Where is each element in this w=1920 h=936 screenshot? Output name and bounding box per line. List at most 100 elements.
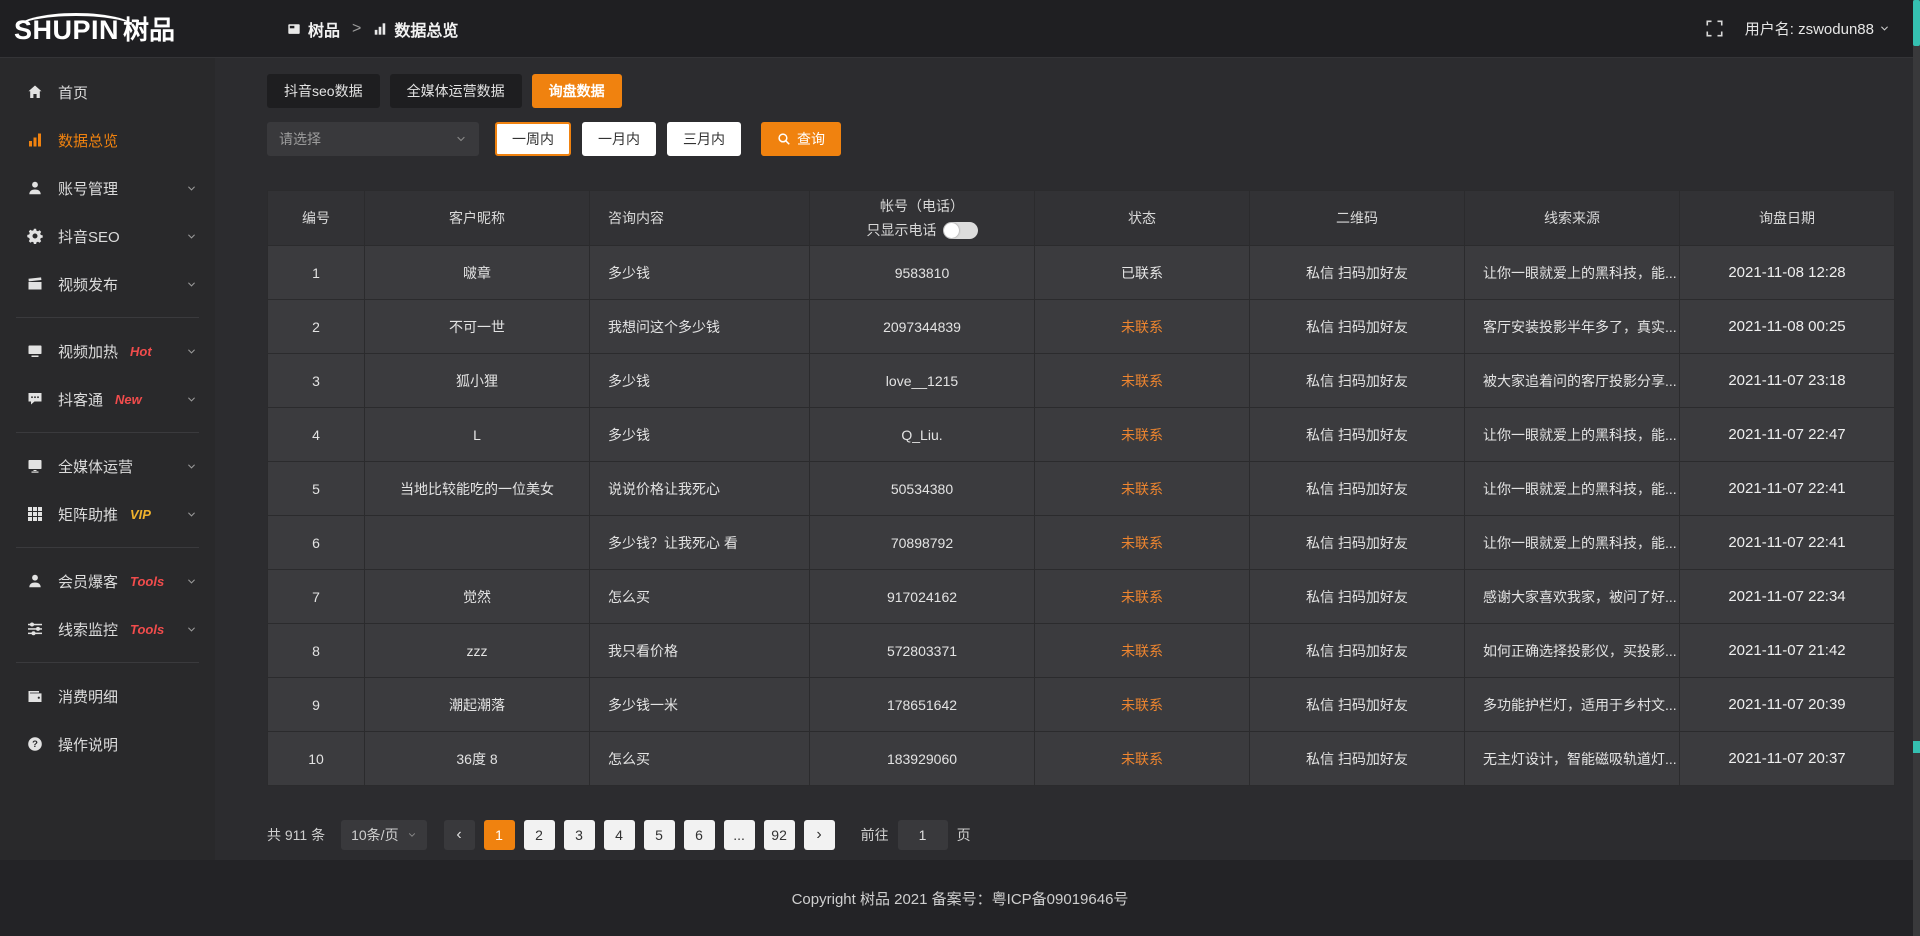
svg-text:?: ? xyxy=(32,739,38,750)
period-button-1[interactable]: 一月内 xyxy=(582,122,656,156)
sidebar-item-home[interactable]: 首页 xyxy=(0,68,215,116)
monitor-icon xyxy=(26,343,44,359)
cell-content: 多少钱 xyxy=(590,354,810,408)
username-label[interactable]: 用户名: zswodun88 xyxy=(1745,18,1874,39)
tab-1[interactable]: 全媒体运营数据 xyxy=(390,74,522,108)
phone-only-toggle[interactable] xyxy=(943,222,978,239)
prev-page-button[interactable]: ‹ xyxy=(444,820,475,850)
cell-qrcode-link[interactable]: 私信 扫码加好友 xyxy=(1250,732,1465,786)
cell-source-link[interactable]: 客厅安装投影半年多了，真实... xyxy=(1465,300,1680,354)
sidebar-item-consume-detail[interactable]: 消费明细 xyxy=(0,672,215,720)
sidebar-item-help[interactable]: ? 操作说明 xyxy=(0,720,215,768)
col-header-num: 编号 xyxy=(268,191,365,246)
sidebar-item-douketong[interactable]: 抖客通New xyxy=(0,375,215,423)
sidebar-item-douyin-seo[interactable]: 抖音SEO xyxy=(0,212,215,260)
chevron-down-icon[interactable] xyxy=(1879,23,1890,34)
cell-nickname: 啵章 xyxy=(365,246,590,300)
fullscreen-icon[interactable] xyxy=(1706,20,1723,37)
filter-select[interactable]: 请选择 xyxy=(267,122,479,156)
page-button-4[interactable]: 4 xyxy=(604,820,635,850)
grid-icon xyxy=(26,506,44,522)
sidebar-item-label: 数据总览 xyxy=(58,130,118,151)
search-icon xyxy=(777,132,791,146)
scrollbar-accent xyxy=(1913,741,1920,753)
col-header-source: 线索来源 xyxy=(1465,191,1680,246)
chevron-down-icon xyxy=(186,231,197,242)
topbar: SHUPIN树品 树品 > 数据总览 用户名: zswodun88 xyxy=(0,0,1920,58)
search-button[interactable]: 查询 xyxy=(761,122,841,156)
cell-date: 2021-11-08 00:25 xyxy=(1680,300,1895,354)
logo[interactable]: SHUPIN树品 xyxy=(0,10,215,47)
cell-status: 未联系 xyxy=(1035,300,1250,354)
publish-icon xyxy=(26,276,44,292)
page-button-6[interactable]: 6 xyxy=(684,820,715,850)
scrollbar[interactable] xyxy=(1913,0,1920,936)
table-row: 7觉然怎么买917024162未联系私信 扫码加好友感谢大家喜欢我家，被问了好.… xyxy=(268,570,1895,624)
sidebar-item-label: 操作说明 xyxy=(58,734,118,755)
page-button-3[interactable]: 3 xyxy=(564,820,595,850)
tab-0[interactable]: 抖音seo数据 xyxy=(267,74,380,108)
sidebar-item-member-baoke[interactable]: 会员爆客Tools xyxy=(0,557,215,605)
table-row: 2不可一世我想问这个多少钱2097344839未联系私信 扫码加好友客厅安装投影… xyxy=(268,300,1895,354)
col-header-nickname: 客户昵称 xyxy=(365,191,590,246)
cell-content: 怎么买 xyxy=(590,732,810,786)
goto-label: 前往 xyxy=(861,825,889,845)
page-button-2[interactable]: 2 xyxy=(524,820,555,850)
cell-qrcode-link[interactable]: 私信 扫码加好友 xyxy=(1250,462,1465,516)
sidebar-item-clue-monitor[interactable]: 线索监控Tools xyxy=(0,605,215,653)
member-icon xyxy=(26,573,44,589)
cell-qrcode-link[interactable]: 私信 扫码加好友 xyxy=(1250,354,1465,408)
breadcrumb-item-home[interactable]: 树品 xyxy=(308,17,340,41)
cell-status: 未联系 xyxy=(1035,354,1250,408)
cell-qrcode-link[interactable]: 私信 扫码加好友 xyxy=(1250,678,1465,732)
chevron-down-icon xyxy=(186,279,197,290)
sidebar-item-badge: New xyxy=(115,392,142,407)
cell-qrcode-link[interactable]: 私信 扫码加好友 xyxy=(1250,624,1465,678)
table-row: 9潮起潮落多少钱一米178651642未联系私信 扫码加好友多功能护栏灯，适用于… xyxy=(268,678,1895,732)
cell-source-link[interactable]: 让你一眼就爱上的黑科技，能... xyxy=(1465,246,1680,300)
cell-qrcode-link[interactable]: 私信 扫码加好友 xyxy=(1250,300,1465,354)
sidebar-item-video-heat[interactable]: 视频加热Hot xyxy=(0,327,215,375)
page-button-92[interactable]: 92 xyxy=(764,820,795,850)
cell-qrcode-link[interactable]: 私信 扫码加好友 xyxy=(1250,246,1465,300)
breadcrumb-separator: > xyxy=(352,20,361,38)
sidebar-item-account-manage[interactable]: 账号管理 xyxy=(0,164,215,212)
sidebar-item-media-ops[interactable]: 全媒体运营 xyxy=(0,442,215,490)
cell-date: 2021-11-07 22:41 xyxy=(1680,462,1895,516)
sidebar-item-video-publish[interactable]: 视频发布 xyxy=(0,260,215,308)
sidebar-item-label: 视频发布 xyxy=(58,274,118,295)
cell-source-link[interactable]: 让你一眼就爱上的黑科技，能... xyxy=(1465,408,1680,462)
cell-num: 5 xyxy=(268,462,365,516)
page-button-more[interactable]: ... xyxy=(724,820,755,850)
tab-bar: 抖音seo数据全媒体运营数据询盘数据 xyxy=(267,74,1894,108)
sidebar: 首页数据总览账号管理抖音SEO 视频发布视频加热Hot抖客通New 全媒体运营矩阵助… xyxy=(0,58,215,936)
sidebar-item-badge: Hot xyxy=(130,344,152,359)
tab-2-active[interactable]: 询盘数据 xyxy=(532,74,622,108)
period-button-0[interactable]: 一周内 xyxy=(495,122,571,156)
next-page-button[interactable]: › xyxy=(804,820,835,850)
cell-source-link[interactable]: 如何正确选择投影仪，买投影... xyxy=(1465,624,1680,678)
cell-account: 183929060 xyxy=(810,732,1035,786)
cell-source-link[interactable]: 多功能护栏灯，适用于乡村文... xyxy=(1465,678,1680,732)
cell-qrcode-link[interactable]: 私信 扫码加好友 xyxy=(1250,516,1465,570)
cell-account: 572803371 xyxy=(810,624,1035,678)
cell-account: 178651642 xyxy=(810,678,1035,732)
cell-source-link[interactable]: 让你一眼就爱上的黑科技，能... xyxy=(1465,462,1680,516)
cell-source-link[interactable]: 无主灯设计，智能磁吸轨道灯... xyxy=(1465,732,1680,786)
cell-date: 2021-11-07 22:34 xyxy=(1680,570,1895,624)
sidebar-item-matrix-boost[interactable]: 矩阵助推VIP xyxy=(0,490,215,538)
page-button-1[interactable]: 1 xyxy=(484,820,515,850)
cell-qrcode-link[interactable]: 私信 扫码加好友 xyxy=(1250,570,1465,624)
goto-page-input[interactable] xyxy=(898,820,948,850)
cell-source-link[interactable]: 被大家追着问的客厅投影分享... xyxy=(1465,354,1680,408)
sidebar-item-label: 消费明细 xyxy=(58,686,118,707)
scrollbar-thumb[interactable] xyxy=(1913,0,1920,46)
period-button-2[interactable]: 三月内 xyxy=(667,122,741,156)
cell-qrcode-link[interactable]: 私信 扫码加好友 xyxy=(1250,408,1465,462)
sidebar-item-data-overview[interactable]: 数据总览 xyxy=(0,116,215,164)
cell-source-link[interactable]: 感谢大家喜欢我家，被问了好... xyxy=(1465,570,1680,624)
page-size-select[interactable]: 10条/页 xyxy=(341,820,426,850)
cell-source-link[interactable]: 让你一眼就爱上的黑科技，能... xyxy=(1465,516,1680,570)
page-button-5[interactable]: 5 xyxy=(644,820,675,850)
wallet-icon xyxy=(26,688,44,704)
